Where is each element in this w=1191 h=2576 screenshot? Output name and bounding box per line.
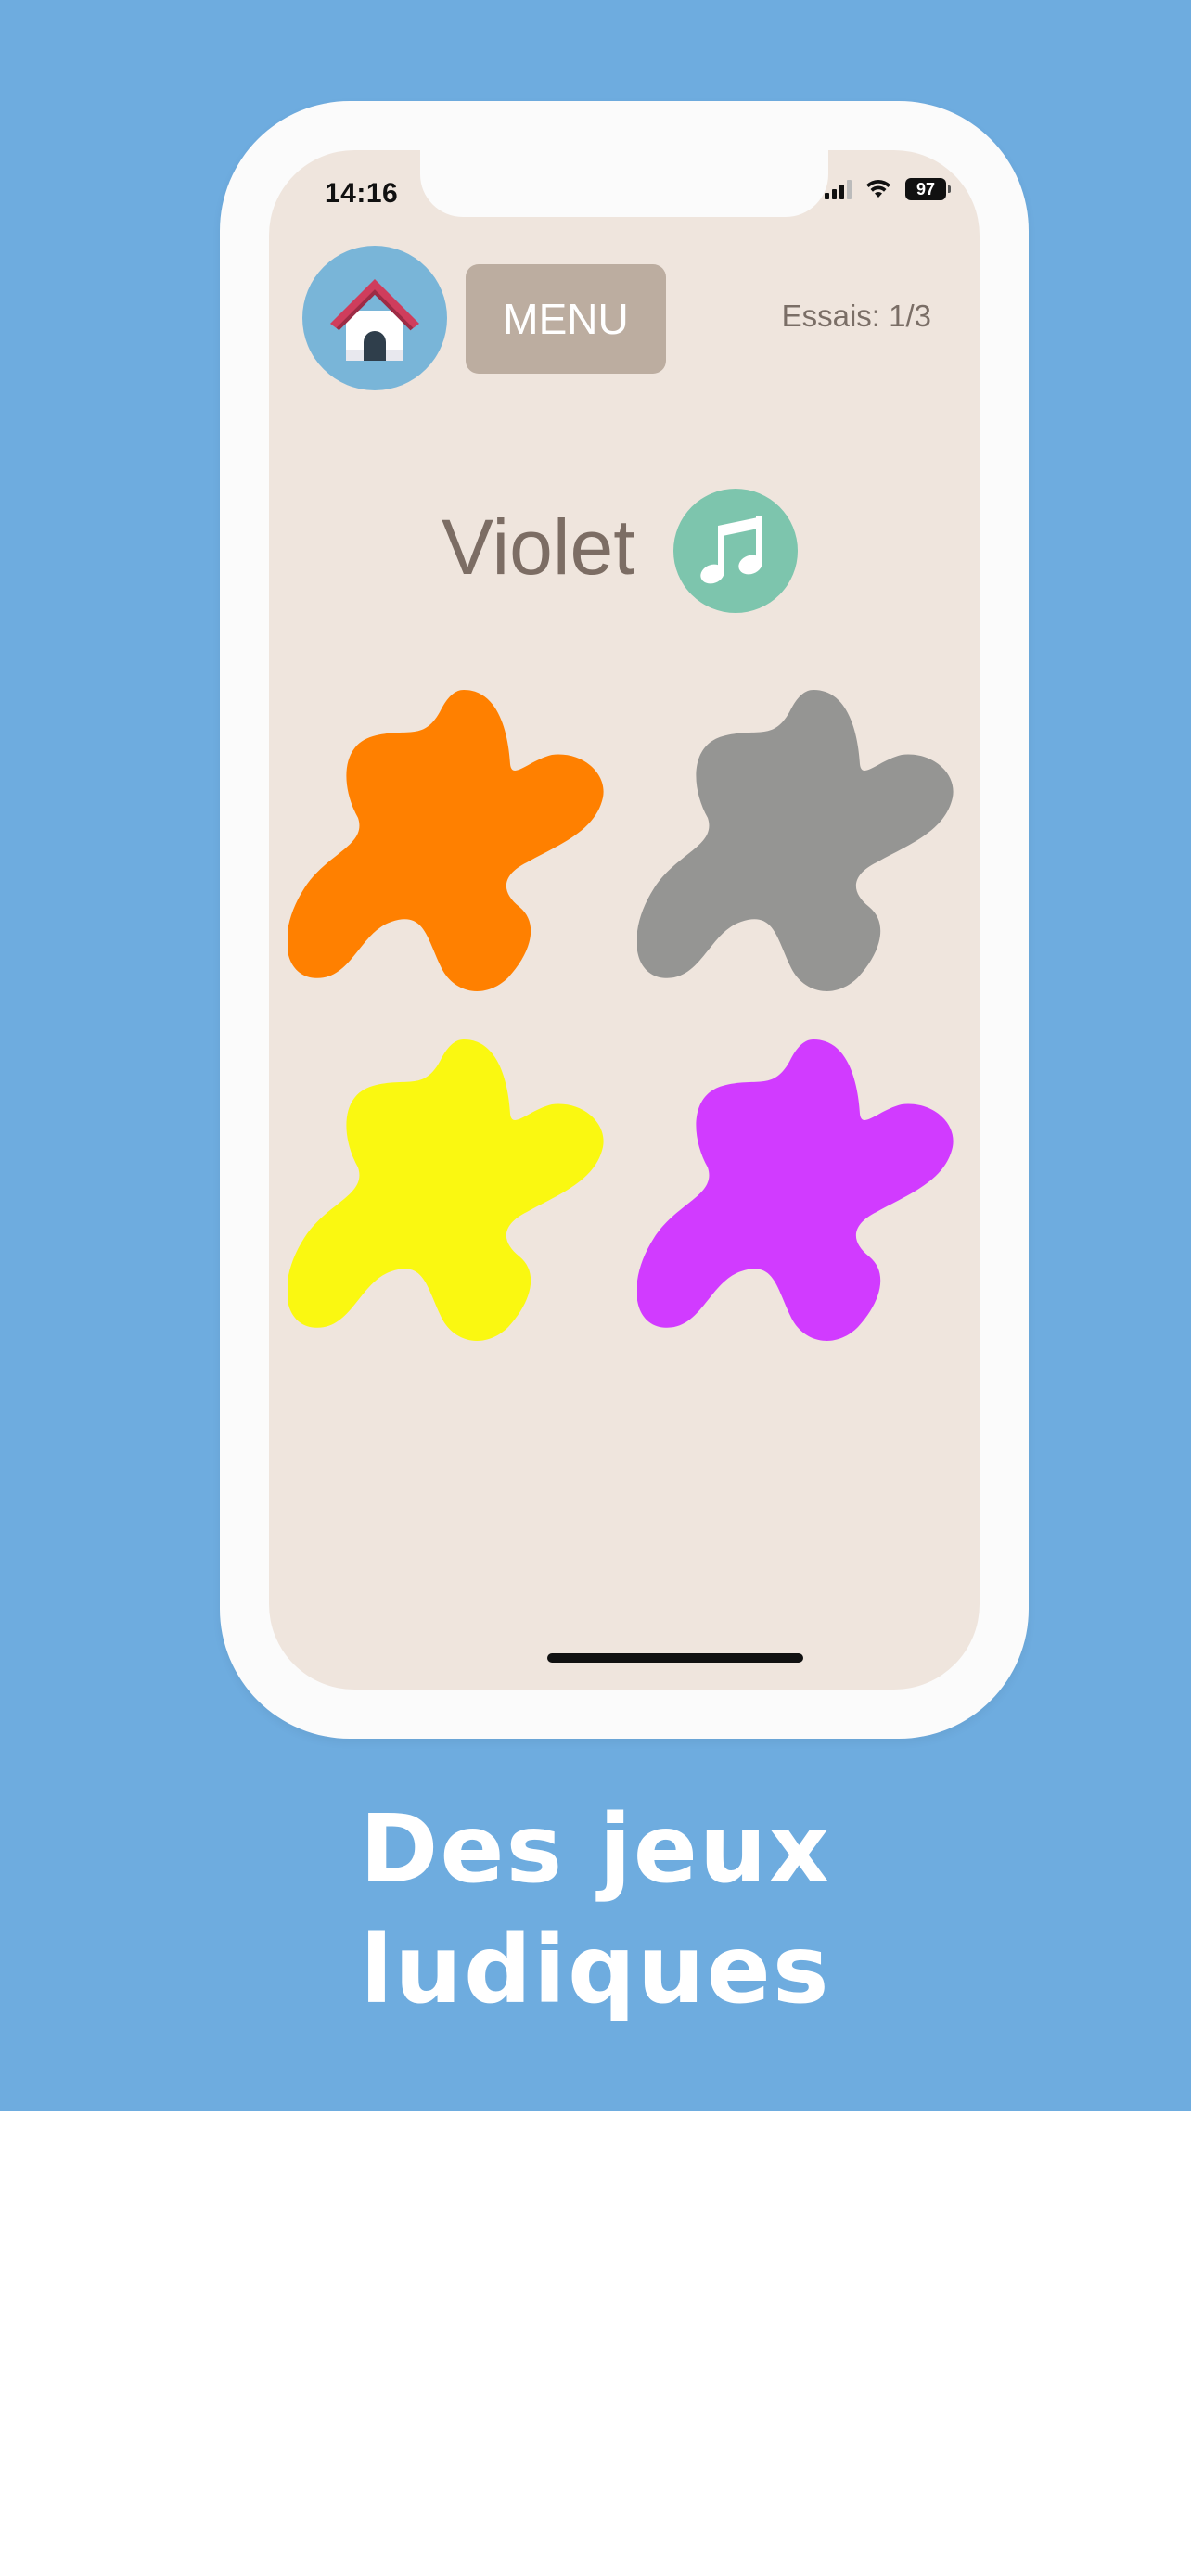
- music-note-icon: [700, 516, 762, 584]
- home-indicator[interactable]: [547, 1653, 803, 1663]
- blob-shape: [288, 690, 604, 991]
- phone-frame: 14:16 97 MENU Essais: 1/3 Violet: [220, 101, 1029, 1739]
- status-icons: 97: [825, 178, 951, 200]
- target-color-word: Violet: [442, 504, 635, 591]
- menu-button[interactable]: MENU: [466, 264, 666, 374]
- color-blob-gray[interactable]: [637, 688, 962, 994]
- home-button[interactable]: [302, 246, 447, 390]
- color-blob-orange[interactable]: [288, 688, 612, 994]
- app-screen: 14:16 97 MENU Essais: 1/3 Violet: [269, 150, 980, 1690]
- color-blob-yellow[interactable]: [288, 1038, 612, 1344]
- status-time: 14:16: [325, 178, 399, 209]
- blob-shape: [637, 690, 954, 991]
- play-sound-button[interactable]: [673, 489, 798, 613]
- promo-caption: Des jeux ludiques: [0, 1790, 1191, 2031]
- blob-shape: [637, 1039, 954, 1341]
- tries-counter: Essais: 1/3: [781, 299, 931, 333]
- blob-shape: [288, 1039, 604, 1341]
- promo-caption-line-2: ludiques: [360, 1915, 831, 2025]
- battery-icon: 97: [905, 178, 951, 200]
- house-icon: [330, 279, 419, 361]
- wifi-icon: [866, 179, 890, 198]
- color-blob-violet[interactable]: [637, 1038, 962, 1344]
- signal-icon: [825, 179, 852, 199]
- phone-notch: [420, 150, 828, 217]
- promo-caption-line-1: Des jeux: [359, 1794, 832, 1905]
